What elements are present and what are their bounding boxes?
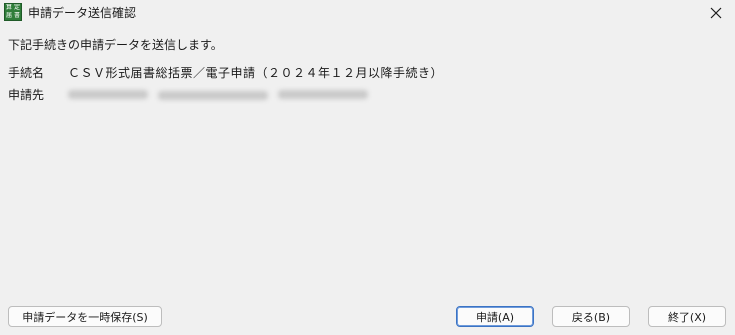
app-icon-char: 届 bbox=[5, 12, 12, 19]
window-title: 申請データ送信確認 bbox=[28, 6, 137, 20]
title-bar[interactable]: 算 定 届 書 申請データ送信確認 bbox=[0, 0, 735, 28]
close-icon bbox=[710, 7, 722, 19]
close-button[interactable] bbox=[701, 0, 731, 26]
save-temporarily-button[interactable]: 申請データを一時保存(S) bbox=[8, 306, 162, 327]
destination-value-redacted bbox=[66, 82, 376, 106]
confirmation-message: 下記手続きの申請データを送信します。 bbox=[8, 38, 223, 52]
apply-button[interactable]: 申請(A) bbox=[456, 306, 534, 327]
app-icon-char: 算 bbox=[5, 4, 12, 11]
app-icon-char: 定 bbox=[13, 4, 20, 11]
procedure-label: 手続名 bbox=[8, 66, 45, 80]
procedure-value: ＣＳＶ形式届書総括票／電子申請（２０２４年１２月以降手続き） bbox=[68, 66, 444, 80]
app-icon: 算 定 届 書 bbox=[4, 3, 22, 21]
destination-label: 申請先 bbox=[8, 88, 45, 102]
back-button[interactable]: 戻る(B) bbox=[552, 306, 630, 327]
app-icon-char: 書 bbox=[13, 12, 20, 19]
finish-button[interactable]: 終了(X) bbox=[648, 306, 726, 327]
confirmation-dialog: 算 定 届 書 申請データ送信確認 下記手続きの申請データを送信します。 手続名… bbox=[0, 0, 735, 335]
